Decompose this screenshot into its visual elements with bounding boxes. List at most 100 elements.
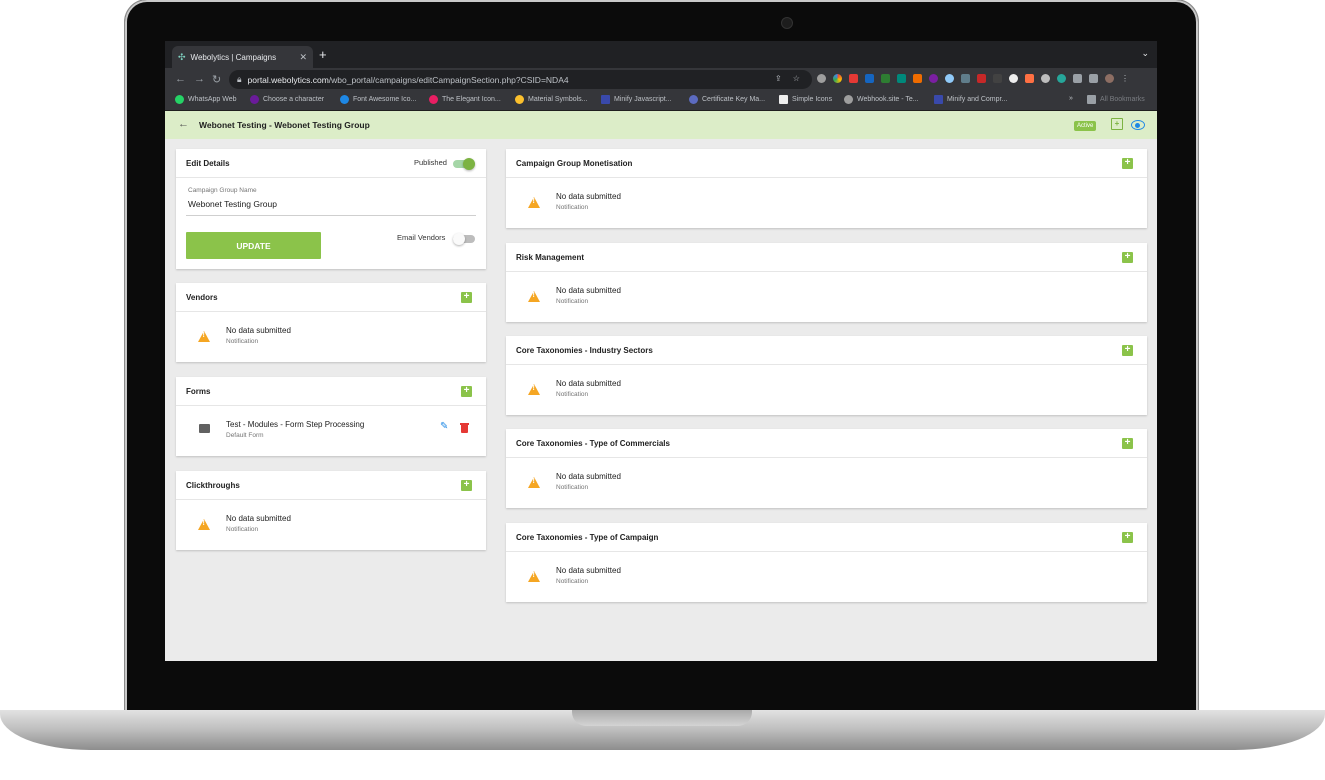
bookmarks-overflow-icon[interactable]: » [1069, 95, 1073, 102]
card-title: Forms [186, 387, 211, 396]
reload-icon[interactable]: ↻ [212, 73, 221, 86]
add-form-button[interactable]: + [461, 386, 472, 397]
extension-icon[interactable] [993, 74, 1002, 83]
url-host: portal.webolytics.com [247, 74, 329, 85]
add-campaign-type-button[interactable]: + [1122, 532, 1133, 543]
card-title: Clickthroughs [186, 481, 240, 490]
empty-state: No data submitted Notification [506, 364, 1147, 415]
bookmark-label: Webhook.site - Te... [857, 96, 919, 103]
update-button[interactable]: UPDATE [186, 232, 321, 259]
more-menu-icon[interactable]: ⋮ [1121, 74, 1129, 83]
warning-icon [198, 331, 210, 342]
bookmark-icon [601, 95, 610, 104]
browser-tab[interactable]: ✣ Webolytics | Campaigns ✕ [172, 46, 313, 68]
add-clickthrough-button[interactable]: + [461, 480, 472, 491]
folder-icon [1087, 95, 1096, 104]
extension-icon[interactable] [929, 74, 938, 83]
extension-icon[interactable] [1025, 74, 1034, 83]
bookmark-item[interactable]: Minify Javascript... [601, 95, 672, 104]
add-commercial-button[interactable]: + [1122, 438, 1133, 449]
field-underline [186, 215, 476, 216]
bookmark-star-icon[interactable]: ☆ [793, 74, 800, 83]
bookmark-item[interactable]: Choose a character [250, 95, 324, 104]
extension-icon[interactable] [913, 74, 922, 83]
url-path: /wbo_portal/campaigns/editCampaignSectio… [328, 74, 569, 85]
status-badge: Active [1074, 121, 1097, 131]
bookmark-item[interactable]: Minify and Compr... [934, 95, 1007, 104]
extension-icon[interactable] [961, 74, 970, 83]
empty-state: No data submitted Notification [506, 551, 1147, 602]
extension-icon[interactable] [881, 74, 890, 83]
bookmark-icon [779, 95, 788, 104]
empty-state: No data submitted Notification [506, 457, 1147, 508]
add-industry-sector-button[interactable]: + [1122, 345, 1133, 356]
bookmark-item[interactable]: The Elegant Icon... [429, 95, 501, 104]
add-vendor-button[interactable]: + [461, 292, 472, 303]
clickthroughs-card: Clickthroughs + No data submitted Notific… [176, 471, 486, 550]
forward-arrow-icon[interactable]: → [194, 73, 205, 85]
all-bookmarks-folder[interactable]: All Bookmarks [1087, 95, 1145, 104]
form-name: Test - Modules - Form Step Processing [226, 420, 365, 429]
extension-icon[interactable] [897, 74, 906, 83]
campaign-group-name-field[interactable]: Webonet Testing Group [188, 199, 277, 209]
duplicate-icon[interactable]: + [1111, 118, 1123, 130]
side-panel-icon[interactable] [1089, 74, 1098, 83]
extension-icon[interactable] [1057, 74, 1066, 83]
risk-management-card: Risk Management + No data submitted Notif… [506, 243, 1147, 322]
industry-sectors-card: Core Taxonomies - Industry Sectors + No d… [506, 336, 1147, 415]
back-arrow-icon[interactable]: ← [175, 73, 186, 85]
eye-icon[interactable] [1131, 120, 1145, 130]
extension-icon[interactable] [865, 74, 874, 83]
back-arrow-icon[interactable]: ← [178, 118, 189, 130]
all-bookmarks-label: All Bookmarks [1100, 96, 1145, 103]
extension-icon[interactable] [1041, 74, 1050, 83]
extension-icon[interactable] [849, 74, 858, 83]
page-title: Webonet Testing - Webonet Testing Group [199, 120, 370, 130]
warning-icon [528, 384, 540, 395]
bookmark-icon [844, 95, 853, 104]
monetisation-card: Campaign Group Monetisation + No data sub… [506, 149, 1147, 228]
email-vendors-toggle[interactable] [453, 233, 475, 245]
bookmark-label: Material Symbols... [528, 96, 588, 103]
bookmark-label: Minify and Compr... [947, 96, 1008, 103]
edit-pencil-icon[interactable]: ✎ [440, 421, 448, 432]
tab-search-chevron-icon[interactable]: ⌄ [1141, 48, 1149, 59]
empty-subtext: Notification [556, 204, 589, 211]
empty-text: No data submitted [556, 472, 621, 481]
browser-toolbar: ← → ↻ 🔒︎ portal.webolytics.com/wbo_porta… [165, 68, 1157, 91]
bookmark-item[interactable]: Certificate Key Ma... [689, 95, 765, 104]
warning-icon [528, 571, 540, 582]
extension-icon[interactable] [833, 74, 842, 83]
lock-icon: 🔒︎ [237, 74, 242, 84]
close-tab-icon[interactable]: ✕ [299, 52, 307, 63]
empty-text: No data submitted [226, 514, 291, 523]
bookmark-item[interactable]: WhatsApp Web [175, 95, 237, 104]
bookmark-item[interactable]: Font Awesome Ico... [340, 95, 416, 104]
avatar[interactable] [1105, 74, 1114, 83]
bookmark-item[interactable]: Simple Icons [779, 95, 832, 104]
extension-icon[interactable] [1009, 74, 1018, 83]
share-icon[interactable]: ⇪ [775, 74, 782, 83]
extension-icon[interactable] [977, 74, 986, 83]
empty-text: No data submitted [556, 566, 621, 575]
address-bar[interactable]: 🔒︎ portal.webolytics.com/wbo_portal/camp… [229, 70, 812, 89]
field-label: Campaign Group Name [188, 187, 257, 194]
app-header: ← Webonet Testing - Webonet Testing Grou… [165, 111, 1157, 139]
empty-text: No data submitted [556, 379, 621, 388]
laptop-notch [572, 710, 752, 726]
published-toggle[interactable] [453, 158, 475, 170]
add-risk-button[interactable]: + [1122, 252, 1133, 263]
extension-icon[interactable] [945, 74, 954, 83]
bookmark-item[interactable]: Material Symbols... [515, 95, 588, 104]
card-title: Core Taxonomies - Type of Commercials [516, 439, 670, 448]
browser-tab-bar: ✣ Webolytics | Campaigns ✕ + ⌄ [165, 41, 1157, 68]
vendors-card: Vendors + No data submitted Notification [176, 283, 486, 362]
extension-icon[interactable] [817, 74, 826, 83]
bookmark-label: Choose a character [263, 96, 325, 103]
puzzle-icon[interactable] [1073, 74, 1082, 83]
new-tab-icon[interactable]: + [319, 47, 327, 62]
bookmark-item[interactable]: Webhook.site - Te... [844, 95, 919, 104]
delete-trash-icon[interactable] [460, 423, 469, 433]
add-monetisation-button[interactable]: + [1122, 158, 1133, 169]
card-title: Risk Management [516, 253, 585, 262]
